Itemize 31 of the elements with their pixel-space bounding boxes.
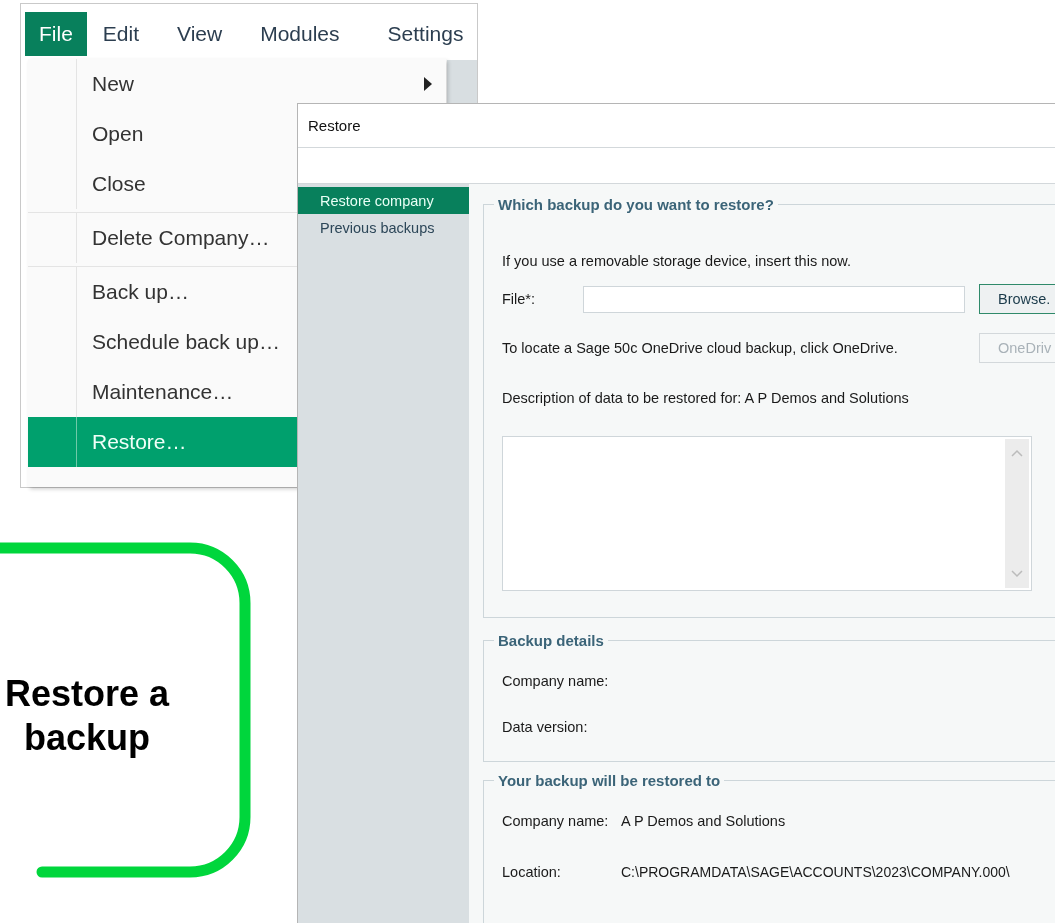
sidebar-item[interactable]: Previous backups [298,214,469,241]
field-label: Location: [502,864,562,880]
menu-tab[interactable]: View [163,12,245,56]
group-legend: Backup details [494,632,608,649]
field-label: File*: [502,291,537,307]
menu-item[interactable]: Schedule back up… [28,317,446,367]
scrollbar[interactable] [1005,439,1029,588]
description-box[interactable] [502,436,1032,591]
instruction-text: If you use a removable storage device, insert this now. [502,253,852,269]
menu-tab[interactable]: Settings [373,12,478,56]
field-value: C:\PROGRAMDATA\SAGE\ACCOUNTS\2023\COMPANY.000\ [621,864,1010,880]
group-legend: Which backup do you want to restore? [494,196,778,213]
callout-heading: Restore a [3,672,171,716]
menu-tab[interactable]: Modules [246,12,372,56]
field-label: Company name: [502,673,610,689]
browse-button[interactable]: Browse. [979,284,1055,314]
field-label: Data version: [502,719,589,735]
callout-heading: backup [22,716,151,760]
group-legend: Your backup will be restored to [494,772,725,789]
menu-item[interactable]: Back up… [28,267,446,317]
menu-tab[interactable]: File [25,12,87,56]
field-label: Company name: [502,813,610,829]
menu-tab[interactable]: Edit [88,12,162,56]
field-value: A P Demos and Solutions [621,813,786,829]
instruction-text: To locate a Sage 50c OneDrive cloud backup, click OneDrive. [502,340,899,356]
file-input[interactable] [583,285,965,313]
scroll-up-icon[interactable] [1011,449,1023,457]
description-label: Description of data to be restored for: A P Demos and Solutions [502,390,910,406]
scroll-down-icon[interactable] [1011,570,1023,578]
dialog-title: Restore [308,117,361,134]
sidebar-item[interactable]: Restore company [298,187,469,214]
